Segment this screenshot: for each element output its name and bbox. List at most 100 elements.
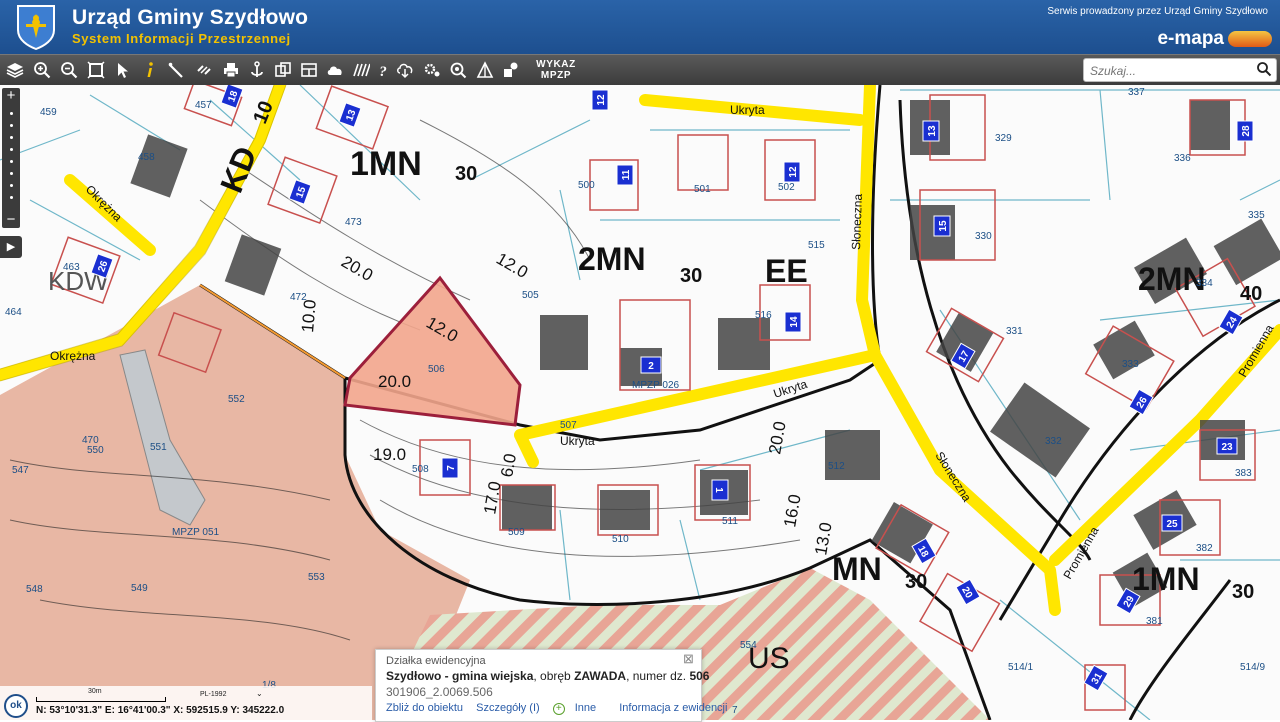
building-number: 28	[1241, 125, 1252, 137]
zoom-slider[interactable]: + −	[2, 88, 20, 228]
measurement-label: 20.0	[338, 252, 376, 285]
parcel-number: 334	[1196, 278, 1213, 289]
building-number-badge: 2	[640, 356, 662, 374]
map-canvas[interactable]: 1MN 30 2MN 30 2MN 40 1MN 30 MN 30 KD 10 …	[0, 85, 1280, 720]
building-number-badge: 11	[616, 164, 634, 186]
street-label-ukryta: Ukryta	[730, 103, 765, 117]
shapes-icon[interactable]	[500, 59, 522, 81]
popup-actions: Zbliż do obiektu Szczegóły (I) + Inne Inf…	[386, 702, 737, 715]
chevron-down-icon[interactable]: ⌄	[256, 689, 263, 698]
anchor-icon[interactable]	[246, 59, 268, 81]
measure-angle-icon[interactable]	[474, 59, 496, 81]
obreb-label: , obręb	[533, 669, 575, 683]
cloud-icon[interactable]	[324, 59, 346, 81]
info-icon[interactable]	[139, 59, 161, 81]
copy-icon[interactable]	[272, 59, 294, 81]
parcel-number: 516	[755, 310, 772, 321]
app-subtitle: System Informacji Przestrzennej	[72, 31, 291, 46]
parcel-number: 473	[345, 217, 362, 228]
building-number: 11	[621, 169, 632, 180]
print-icon[interactable]	[220, 59, 242, 81]
zoom-to-object-link[interactable]: Zbliż do obiektu	[386, 702, 463, 714]
zoom-level-dot[interactable]	[10, 148, 13, 151]
select-pointer-icon[interactable]	[112, 59, 134, 81]
parcel-number: 548	[26, 584, 43, 595]
parcel-location: Szydłowo - gmina wiejska	[386, 669, 534, 683]
parcel-number: 553	[308, 572, 325, 583]
ok-button[interactable]: ok	[4, 694, 28, 718]
building-number: 12	[596, 94, 607, 106]
measure-ruler-icon[interactable]	[166, 59, 188, 81]
parcel-number: 550	[87, 445, 104, 456]
zoom-level-dot[interactable]	[10, 112, 13, 115]
zoom-level-dot[interactable]	[10, 196, 13, 199]
parcel-number: 333	[1122, 359, 1139, 370]
registry-info-link[interactable]: Informacja z ewidencji	[619, 702, 727, 714]
zone-label-mn: MN	[832, 551, 882, 587]
emapa-logo-badge	[1228, 31, 1272, 47]
zoom-extent-icon[interactable]	[85, 59, 107, 81]
parcel-number: 551	[150, 442, 167, 453]
zoom-level-dot[interactable]	[10, 172, 13, 175]
settings-icon[interactable]	[421, 59, 443, 81]
service-provider-text: Serwis prowadzony przez Urząd Gminy Szyd…	[1047, 6, 1268, 17]
download-cloud-icon[interactable]	[394, 59, 416, 81]
help-icon[interactable]: ?	[372, 59, 394, 81]
parcel-number: 332	[1045, 436, 1062, 447]
building-number-badge: 13	[922, 120, 940, 142]
projection-select[interactable]: PL-1992	[200, 691, 226, 698]
parcel-id: 301906_2.0069.506	[386, 685, 493, 699]
details-link[interactable]: Szczegóły (I)	[476, 702, 540, 714]
search-icon[interactable]	[1256, 61, 1272, 77]
parcel-number: 502	[778, 182, 795, 193]
building-number: 15	[938, 220, 949, 232]
zoom-level-dot[interactable]	[10, 160, 13, 163]
layers-icon[interactable]	[4, 59, 26, 81]
search-zoom-icon[interactable]	[447, 59, 469, 81]
measurement-label: 12.0	[493, 249, 531, 282]
parcel-number: 457	[195, 100, 212, 111]
wykaz-mpzp-button[interactable]: WYKAZ MPZP	[530, 59, 582, 81]
hatching-icon[interactable]	[350, 59, 372, 81]
building-number-badge: 13	[338, 102, 362, 128]
parcel-number: 335	[1248, 210, 1265, 221]
emapa-brand[interactable]: e-mapa	[1157, 28, 1224, 50]
zoom-level-dot[interactable]	[10, 124, 13, 127]
parcel-number: 554	[740, 640, 757, 651]
side-panel-toggle[interactable]: ▶	[0, 236, 22, 258]
close-icon[interactable]: ⊠	[683, 652, 695, 665]
mpzp-label: MPZP	[540, 70, 572, 81]
zone-number-label: 30	[905, 571, 927, 593]
parcel-number: 508	[412, 464, 429, 475]
street-label-ukryta: Ukryta	[560, 434, 595, 448]
measurement-label: 16.0	[780, 493, 804, 529]
zone-label-2mn: 2MN	[578, 241, 646, 277]
parcel-number: 463	[63, 262, 80, 273]
zoom-minus-button[interactable]: −	[2, 212, 20, 228]
parcel-number: 331	[1006, 326, 1023, 337]
measurement-label: 6.0	[497, 452, 520, 479]
zoom-out-icon[interactable]	[58, 59, 80, 81]
zoom-plus-button[interactable]: +	[2, 88, 20, 104]
other-link[interactable]: + Inne	[552, 702, 606, 715]
popup-title: Działka ewidencyjna	[386, 655, 486, 667]
parcel-number: 501	[694, 184, 711, 195]
building-number-badge: 18	[911, 537, 937, 565]
building-number-badge: 15	[288, 179, 312, 205]
scale-label: 30m	[88, 688, 102, 695]
search-box	[1083, 58, 1277, 82]
link-icon[interactable]	[193, 59, 215, 81]
parcel-number: 506	[428, 364, 445, 375]
zoom-level-dot[interactable]	[10, 136, 13, 139]
parcel-number: 381	[1146, 616, 1163, 627]
zoom-in-icon[interactable]	[31, 59, 53, 81]
parcel-number: 330	[975, 231, 992, 242]
zoom-level-dot[interactable]	[10, 184, 13, 187]
building-number-badge: 18	[220, 85, 244, 109]
search-input[interactable]	[1088, 61, 1252, 81]
parcel-number: 459	[40, 107, 57, 118]
layout-icon[interactable]	[298, 59, 320, 81]
street-label-okrezna: Okrężna	[50, 349, 96, 363]
building-number-badge: 25	[1161, 514, 1183, 532]
street-label-promienna: Promienna	[1235, 322, 1276, 380]
